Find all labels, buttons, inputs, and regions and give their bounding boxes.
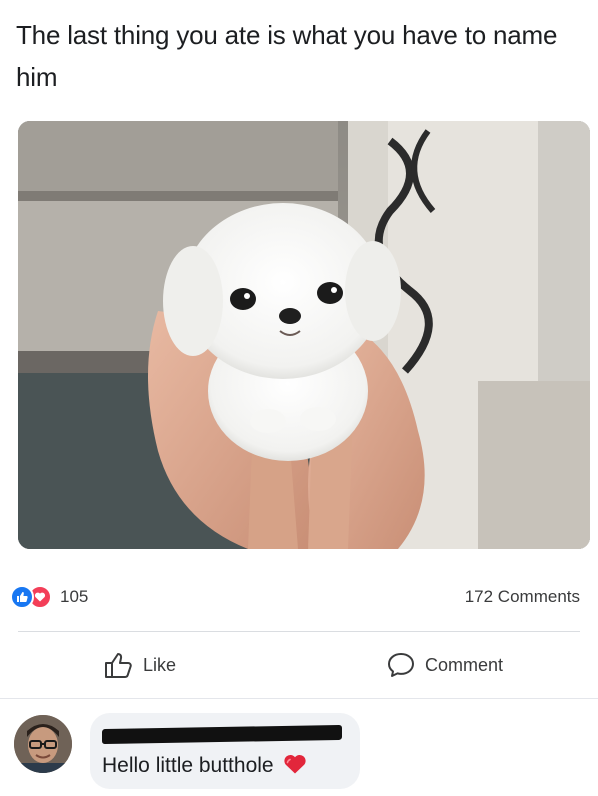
divider bbox=[0, 698, 598, 699]
redacted-commenter-name bbox=[102, 724, 342, 745]
comment-text: Hello little butthole bbox=[102, 753, 307, 778]
like-reaction-icon bbox=[10, 585, 34, 609]
comment-bubble-icon bbox=[388, 653, 414, 677]
thumbs-up-icon bbox=[105, 653, 132, 678]
reaction-summary[interactable]: 105 bbox=[10, 584, 88, 610]
heart-emoji-icon bbox=[284, 754, 307, 774]
like-button[interactable]: Like bbox=[104, 650, 176, 680]
puppy-photo-icon bbox=[18, 121, 590, 549]
reaction-count: 105 bbox=[60, 587, 89, 606]
post-photo[interactable] bbox=[18, 121, 590, 549]
divider bbox=[18, 631, 580, 632]
comments-count-link[interactable]: 172 Comments bbox=[465, 587, 580, 607]
comment-label: Comment bbox=[425, 654, 504, 675]
comment-button[interactable]: Comment bbox=[386, 650, 503, 680]
comment-bubble[interactable]: Hello little butthole bbox=[90, 713, 360, 789]
user-avatar-icon bbox=[14, 715, 72, 773]
post-text: The last thing you ate is what you have … bbox=[16, 20, 558, 92]
avatar[interactable] bbox=[14, 715, 72, 773]
comment-body: Hello little butthole bbox=[102, 754, 274, 777]
like-label: Like bbox=[143, 654, 177, 675]
